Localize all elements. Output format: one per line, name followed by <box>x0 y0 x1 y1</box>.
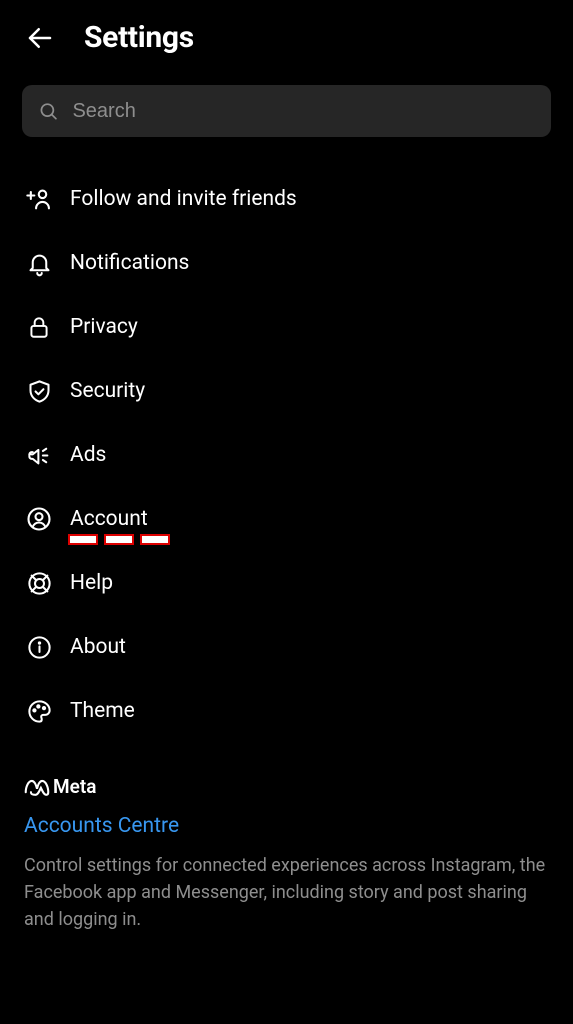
menu-item-label: Help <box>70 571 113 595</box>
settings-list: Follow and invite friends Notifications … <box>0 161 573 749</box>
menu-item-security[interactable]: Security <box>0 359 573 423</box>
lock-icon <box>24 312 54 342</box>
menu-item-label: Security <box>70 379 145 403</box>
search-icon <box>38 100 58 122</box>
menu-item-help[interactable]: Help <box>0 551 573 615</box>
highlight-annotation <box>68 534 170 545</box>
shield-check-icon <box>24 376 54 406</box>
menu-item-label: Privacy <box>70 315 138 339</box>
meta-brand-label: Meta <box>53 775 96 798</box>
menu-item-label: Ads <box>70 443 106 467</box>
meta-description: Control settings for connected experienc… <box>24 852 549 933</box>
menu-item-follow-invite[interactable]: Follow and invite friends <box>0 167 573 231</box>
back-button[interactable] <box>24 22 56 54</box>
page-title: Settings <box>84 20 194 55</box>
meta-brand: Meta <box>24 775 549 798</box>
menu-item-theme[interactable]: Theme <box>0 679 573 743</box>
user-circle-icon <box>24 504 54 534</box>
menu-item-ads[interactable]: Ads <box>0 423 573 487</box>
search-bar[interactable] <box>22 85 551 137</box>
menu-item-label: Notifications <box>70 251 189 275</box>
info-icon <box>24 632 54 662</box>
megaphone-icon <box>24 440 54 470</box>
meta-section: Meta Accounts Centre Control settings fo… <box>0 749 573 933</box>
menu-item-label: About <box>70 635 126 659</box>
back-arrow-icon <box>25 23 55 53</box>
accounts-centre-link[interactable]: Accounts Centre <box>24 814 179 838</box>
lifebuoy-icon <box>24 568 54 598</box>
person-add-icon <box>24 184 54 214</box>
search-input[interactable] <box>72 100 535 123</box>
menu-item-notifications[interactable]: Notifications <box>0 231 573 295</box>
menu-item-about[interactable]: About <box>0 615 573 679</box>
header: Settings <box>0 0 573 79</box>
palette-icon <box>24 696 54 726</box>
bell-icon <box>24 248 54 278</box>
menu-item-privacy[interactable]: Privacy <box>0 295 573 359</box>
menu-item-label: Account <box>70 507 148 531</box>
menu-item-account[interactable]: Account <box>0 487 573 551</box>
menu-item-label: Theme <box>70 699 135 723</box>
meta-logo-icon <box>24 778 50 796</box>
menu-item-label: Follow and invite friends <box>70 187 297 211</box>
